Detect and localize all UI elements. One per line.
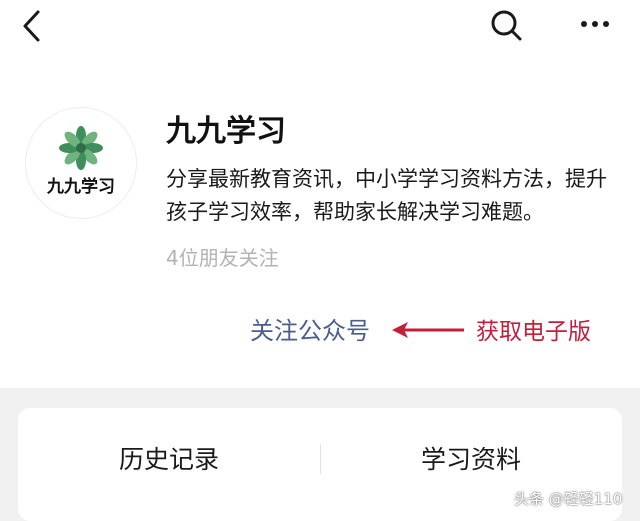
chevron-left-icon[interactable] xyxy=(18,8,48,44)
red-arrow-annotation xyxy=(392,322,464,338)
watermark: 头条 @轻轻110 xyxy=(514,490,623,508)
friends-following-count[interactable]: 4位朋友关注 xyxy=(166,242,279,271)
menu-item-history[interactable]: 历史记录 xyxy=(18,408,320,508)
more-dots-icon[interactable] xyxy=(578,14,612,34)
follow-account-button[interactable]: 关注公众号 xyxy=(250,311,370,346)
annotation-text: 获取电子版 xyxy=(476,319,591,345)
top-navigation-bar xyxy=(0,0,640,60)
avatar[interactable]: 九九学习 xyxy=(26,108,136,218)
account-name: 九九学习 xyxy=(166,114,286,149)
search-icon[interactable] xyxy=(489,8,523,42)
flower-logo-icon xyxy=(59,126,103,170)
account-description: 分享最新教育资讯，中小学学习资料方法，提升孩子学习效率，帮助家长解决学习难题。 xyxy=(166,167,607,224)
avatar-logo-text: 九九学习 xyxy=(47,177,115,197)
account-profile-section: 九九学习 九九学习 分享最新教育资讯，中小学学习资料方法，提升孩子学习效率，帮助… xyxy=(0,60,640,388)
